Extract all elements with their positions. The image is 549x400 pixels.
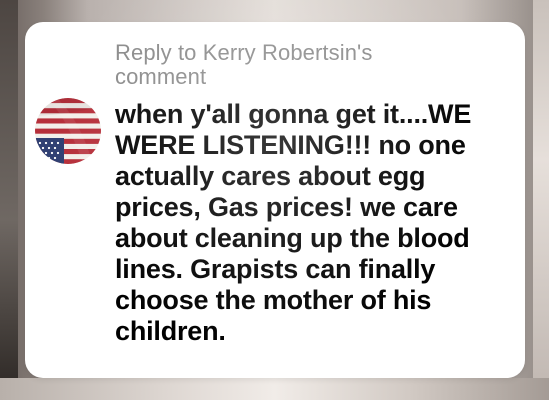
american-flag-icon: [35, 98, 101, 164]
background-right-strip: [533, 0, 549, 400]
comment-text: when y'all gonna get it....WE WERE LISTE…: [115, 99, 472, 346]
avatar[interactable]: [35, 98, 101, 164]
comment-card: Reply to Kerry Robertsin's comment when …: [25, 22, 525, 378]
background-left-strip: [0, 0, 18, 400]
reply-header[interactable]: Reply to Kerry Robertsin's comment: [115, 41, 475, 89]
background-bottom-strip: [0, 378, 549, 400]
